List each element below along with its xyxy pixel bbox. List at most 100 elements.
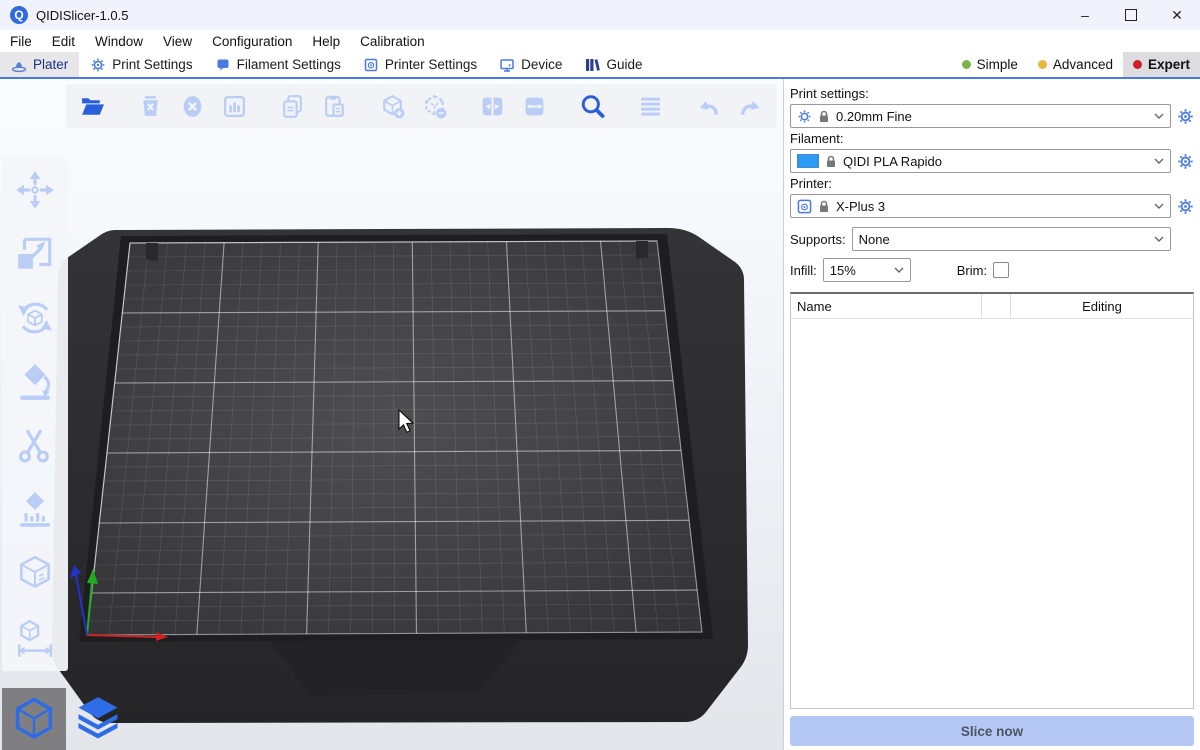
infill-value: 15% <box>830 263 856 278</box>
brim-checkbox[interactable] <box>993 262 1009 278</box>
copy-button[interactable] <box>276 87 309 125</box>
chevron-down-icon <box>1154 158 1164 164</box>
tab-filament-settings[interactable]: Filament Settings <box>204 52 352 77</box>
measure-icon <box>14 617 56 659</box>
scale-button[interactable] <box>13 233 57 275</box>
plater-icon <box>11 57 27 73</box>
tab-label: Device <box>521 57 562 72</box>
printer-value: X-Plus 3 <box>836 199 885 214</box>
paint-on-supports-button[interactable] <box>13 489 57 531</box>
scale-icon <box>14 233 56 275</box>
measure-button[interactable] <box>13 617 57 659</box>
3d-editor-view-icon <box>9 693 59 745</box>
place-on-face-button[interactable] <box>13 361 57 403</box>
print-settings-icon <box>90 57 106 73</box>
gear-icon <box>1177 153 1194 170</box>
printer-gear-button[interactable] <box>1176 197 1194 215</box>
cut-button[interactable] <box>13 425 57 467</box>
print-settings-combo[interactable]: 0.20mm Fine <box>790 104 1171 128</box>
infill-combo[interactable]: 15% <box>823 258 911 282</box>
printer-combo[interactable]: X-Plus 3 <box>790 194 1171 218</box>
object-list-header: Name Editing <box>791 294 1193 319</box>
brim-label: Brim: <box>957 263 987 278</box>
filament-gear-button[interactable] <box>1176 152 1194 170</box>
preview-view-button[interactable] <box>66 688 130 750</box>
printer-label: Printer: <box>790 176 1194 191</box>
mode-simple[interactable]: Simple <box>952 52 1028 77</box>
rotate-button[interactable] <box>13 297 57 339</box>
menu-view[interactable]: View <box>153 34 202 49</box>
print-settings-gear-button[interactable] <box>1176 107 1194 125</box>
split-to-objects-button[interactable] <box>476 87 509 125</box>
search-button[interactable] <box>576 87 609 125</box>
paint-on-supports-icon <box>14 489 56 531</box>
mode-advanced[interactable]: Advanced <box>1028 52 1123 77</box>
menu-window[interactable]: Window <box>85 34 153 49</box>
delete-all-button[interactable] <box>176 87 209 125</box>
device-icon <box>499 57 515 73</box>
column-extruder <box>981 294 1011 318</box>
tab-label: Printer Settings <box>385 57 477 72</box>
object-list-body[interactable] <box>791 319 1193 708</box>
split-to-parts-button[interactable] <box>518 87 551 125</box>
bed-clip-left <box>146 243 158 261</box>
tab-plater[interactable]: Plater <box>0 52 79 77</box>
tab-print-settings[interactable]: Print Settings <box>79 52 203 77</box>
maximize-button[interactable] <box>1108 0 1154 30</box>
paste-icon <box>321 93 348 120</box>
tab-label: Print Settings <box>112 57 192 72</box>
tab-label: Plater <box>33 57 68 72</box>
menu-calibration[interactable]: Calibration <box>350 34 435 49</box>
open-icon <box>79 93 106 120</box>
tab-printer-settings[interactable]: Printer Settings <box>352 52 488 77</box>
open-button[interactable] <box>76 87 109 125</box>
supports-label: Supports: <box>790 232 846 247</box>
close-button[interactable]: ✕ <box>1154 0 1200 30</box>
remove-instance-icon <box>421 93 448 120</box>
arrange-button[interactable] <box>218 87 251 125</box>
filament-label: Filament: <box>790 131 1194 146</box>
chevron-down-icon <box>894 267 904 273</box>
remove-instance-button[interactable] <box>418 87 451 125</box>
menu-help[interactable]: Help <box>302 34 350 49</box>
3d-viewport[interactable] <box>0 79 783 750</box>
slice-now-button[interactable]: Slice now <box>790 716 1194 746</box>
filament-settings-icon <box>215 57 231 73</box>
plater-toolbar <box>66 84 777 128</box>
add-instance-icon <box>379 93 406 120</box>
supports-combo[interactable]: None <box>852 227 1171 251</box>
maximize-icon <box>1125 9 1137 21</box>
undo-icon <box>695 93 722 120</box>
lock-icon <box>825 155 837 168</box>
mode-label: Expert <box>1148 57 1190 72</box>
printer-icon <box>797 199 812 214</box>
menu-file[interactable]: File <box>0 34 42 49</box>
minimize-button[interactable]: – <box>1062 0 1108 30</box>
mode-switcher: Simple Advanced Expert <box>952 52 1200 77</box>
move-button[interactable] <box>13 169 57 211</box>
tab-device[interactable]: Device <box>488 52 573 77</box>
filament-combo[interactable]: QIDI PLA Rapido <box>790 149 1171 173</box>
search-icon <box>578 92 607 121</box>
lock-icon <box>818 110 830 123</box>
move-icon <box>14 169 56 211</box>
tab-guide[interactable]: Guide <box>573 52 653 77</box>
chevron-down-icon <box>1154 113 1164 119</box>
seam-painting-button[interactable] <box>13 553 57 595</box>
split-to-parts-icon <box>521 93 548 120</box>
variable-layer-height-button[interactable] <box>634 87 667 125</box>
menu-configuration[interactable]: Configuration <box>202 34 302 49</box>
redo-button[interactable] <box>734 87 767 125</box>
expert-dot-icon <box>1133 60 1142 69</box>
3d-editor-view-button[interactable] <box>2 688 66 750</box>
delete-button[interactable] <box>134 87 167 125</box>
guide-icon <box>584 57 600 73</box>
menu-edit[interactable]: Edit <box>42 34 85 49</box>
column-editing: Editing <box>1011 299 1193 314</box>
undo-button[interactable] <box>692 87 725 125</box>
paste-button[interactable] <box>318 87 351 125</box>
mode-label: Advanced <box>1053 57 1113 72</box>
add-instance-button[interactable] <box>376 87 409 125</box>
filament-color-swatch <box>797 154 819 168</box>
mode-expert[interactable]: Expert <box>1123 52 1200 77</box>
